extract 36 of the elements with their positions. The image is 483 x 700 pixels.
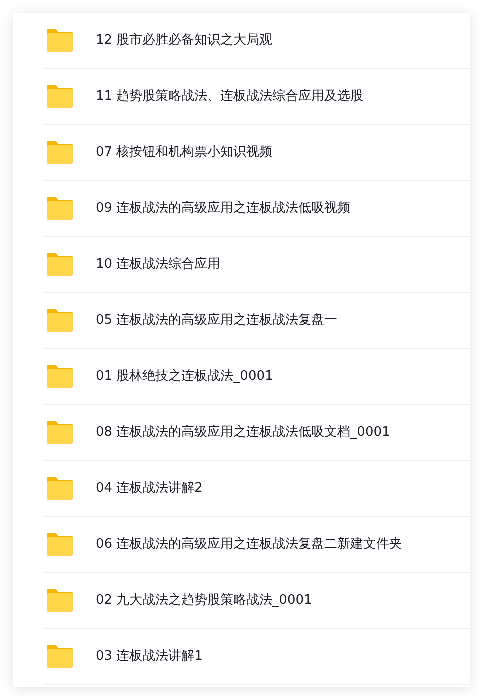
- folder-name: 10 连板战法综合应用: [96, 256, 221, 274]
- folder-icon: [47, 365, 73, 388]
- folder-name: 09 连板战法的高级应用之连板战法低吸视频: [96, 200, 351, 218]
- folder-icon: [47, 141, 73, 164]
- folder-row[interactable]: 01 股林绝技之连板战法_0001: [43, 349, 470, 405]
- folder-row[interactable]: 06 连板战法的高级应用之连板战法复盘二新建文件夹: [43, 517, 470, 573]
- folder-icon: [47, 533, 73, 556]
- folder-row[interactable]: 10 连板战法综合应用: [43, 237, 470, 293]
- folder-row[interactable]: 09 连板战法的高级应用之连板战法低吸视频: [43, 181, 470, 237]
- folder-name: 07 核按钮和机构票小知识视频: [96, 144, 273, 162]
- folder-row[interactable]: 03 连板战法讲解1: [43, 629, 470, 685]
- folder-row[interactable]: 07 核按钮和机构票小知识视频: [43, 125, 470, 181]
- folder-row[interactable]: 02 九大战法之趋势股策略战法_0001: [43, 573, 470, 629]
- folder-name: 05 连板战法的高级应用之连板战法复盘一: [96, 312, 338, 330]
- folder-icon: [47, 253, 73, 276]
- folder-name: 02 九大战法之趋势股策略战法_0001: [96, 592, 312, 610]
- folder-icon: [47, 29, 73, 52]
- folder-name: 12 股市必胜必备知识之大局观: [96, 32, 273, 50]
- folder-row[interactable]: 04 连板战法讲解2: [43, 461, 470, 517]
- folder-icon: [47, 421, 73, 444]
- folder-name: 01 股林绝技之连板战法_0001: [96, 368, 274, 386]
- folder-row[interactable]: 12 股市必胜必备知识之大局观: [43, 13, 470, 69]
- folder-icon: [47, 589, 73, 612]
- folder-icon: [47, 645, 73, 668]
- folder-name: 08 连板战法的高级应用之连板战法低吸文档_0001: [96, 424, 390, 442]
- folder-name: 04 连板战法讲解2: [96, 480, 203, 498]
- folder-icon: [47, 85, 73, 108]
- folder-icon: [47, 477, 73, 500]
- folder-name: 03 连板战法讲解1: [96, 648, 203, 666]
- folder-row[interactable]: 05 连板战法的高级应用之连板战法复盘一: [43, 293, 470, 349]
- folder-row[interactable]: 11 趋势股策略战法、连板战法综合应用及选股: [43, 69, 470, 125]
- folder-name: 11 趋势股策略战法、连板战法综合应用及选股: [96, 88, 364, 106]
- folder-row[interactable]: 08 连板战法的高级应用之连板战法低吸文档_0001: [43, 405, 470, 461]
- folder-name: 06 连板战法的高级应用之连板战法复盘二新建文件夹: [96, 536, 403, 554]
- folder-icon: [47, 309, 73, 332]
- folder-icon: [47, 197, 73, 220]
